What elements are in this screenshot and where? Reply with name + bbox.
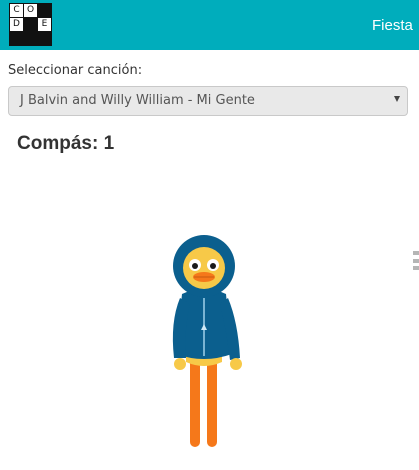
project-title: Fiesta bbox=[372, 17, 413, 34]
code-logo[interactable]: C O D E bbox=[9, 3, 52, 46]
song-select-value: J Balvin and Willy William - Mi Gente bbox=[20, 93, 255, 108]
logo-letter-c: C bbox=[10, 4, 23, 17]
logo-letter-d: D bbox=[10, 18, 23, 31]
measure-counter: Compás: 1 bbox=[17, 133, 115, 154]
logo-blank bbox=[38, 4, 51, 17]
drag-handle-icon[interactable] bbox=[412, 251, 419, 270]
song-select-dropdown[interactable]: J Balvin and Willy William - Mi Gente bbox=[8, 86, 408, 116]
logo-letter-e: E bbox=[38, 18, 51, 31]
song-select-label: Seleccionar canción: bbox=[8, 63, 143, 78]
duck-dancer-character bbox=[172, 235, 242, 447]
logo-blank bbox=[24, 18, 37, 31]
logo-letter-o: O bbox=[24, 4, 37, 17]
header-bar: C O D E Fiesta bbox=[0, 0, 419, 50]
chevron-down-icon bbox=[394, 96, 400, 102]
